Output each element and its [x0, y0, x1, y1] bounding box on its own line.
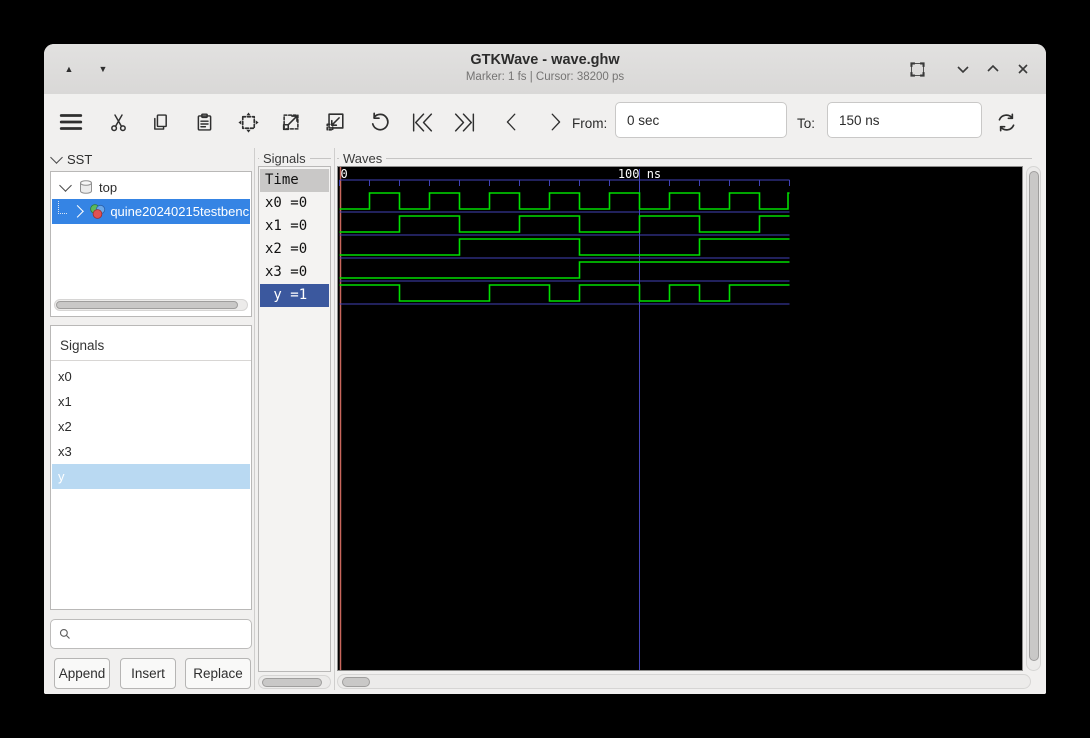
close-button[interactable] — [1012, 58, 1034, 80]
pane-splitter-left[interactable] — [254, 148, 255, 690]
tree-item-top[interactable]: top — [52, 175, 250, 199]
module-icon — [90, 204, 106, 219]
sst-expander-icon — [50, 151, 63, 164]
skip-end-icon — [454, 112, 474, 132]
prev-edge-button[interactable] — [499, 109, 525, 135]
wave-canvas[interactable]: 0 100 ns — [338, 167, 1022, 670]
undo-button[interactable] — [365, 109, 391, 135]
name-row-x2[interactable]: x2 =0 — [260, 238, 329, 261]
sst-header[interactable]: SST — [50, 151, 93, 167]
from-label: From: — [572, 116, 608, 131]
window-title: GTKWave - wave.ghw — [470, 52, 620, 68]
chevron-left-icon — [506, 113, 516, 131]
main-content: SST top quine20240215testbench Signals x… — [44, 148, 1046, 694]
chevron-down-icon — [957, 66, 969, 74]
sst-hscrollbar-thumb[interactable] — [56, 301, 238, 309]
expander-down-icon[interactable] — [59, 178, 72, 192]
sst-header-label: SST — [67, 152, 93, 167]
copy-icon — [153, 113, 167, 130]
append-button[interactable]: Append — [54, 658, 110, 689]
fullscreen-button[interactable] — [906, 58, 928, 80]
signal-item-x3[interactable]: x3 — [52, 439, 250, 464]
tree-item-label: quine20240215testbench — [110, 204, 250, 219]
zoom-in-button[interactable] — [278, 109, 304, 135]
close-icon — [1018, 64, 1028, 74]
zoom-fit-button[interactable] — [235, 109, 261, 135]
zoom-out-button[interactable] — [322, 109, 348, 135]
time-header[interactable]: Time — [260, 169, 329, 192]
wave-vscrollbar[interactable] — [1026, 166, 1041, 671]
wave-hscrollbar[interactable] — [337, 674, 1031, 689]
screen: ▲ ▼ GTKWave - wave.ghw Marker: 1 fs | Cu… — [0, 0, 1090, 738]
reload-button[interactable] — [993, 109, 1019, 135]
tree-item-testbench[interactable]: quine20240215testbench — [52, 199, 250, 224]
cut-button[interactable] — [105, 109, 131, 135]
window-subtitle: Marker: 1 fs | Cursor: 38200 ps — [465, 71, 625, 83]
database-icon — [80, 180, 92, 194]
sst-hscrollbar[interactable] — [54, 299, 248, 311]
svg-text:100 ns: 100 ns — [618, 167, 661, 181]
signal-item-x1[interactable]: x1 — [52, 389, 250, 414]
chevron-right-icon — [551, 113, 561, 131]
chevron-up-icon — [987, 64, 999, 72]
signal-search-box: Signals x0 x1 x2 x3 y — [50, 325, 252, 610]
hamburger-menu-icon — [59, 114, 83, 130]
name-panel-hscrollbar-thumb[interactable] — [262, 678, 322, 687]
paste-button[interactable] — [191, 109, 217, 135]
pane-splitter-right[interactable] — [334, 148, 335, 690]
zoom-out-icon — [326, 113, 344, 131]
search-icon — [59, 628, 70, 639]
signal-item-x2[interactable]: x2 — [52, 414, 250, 439]
wave-hscrollbar-thumb[interactable] — [342, 677, 370, 687]
from-input[interactable] — [615, 102, 787, 138]
tree-guide-line — [58, 201, 67, 214]
expander-right-icon[interactable] — [70, 205, 84, 218]
signal-search-field[interactable] — [50, 619, 252, 649]
copy-button[interactable] — [147, 109, 173, 135]
menu-button[interactable] — [58, 109, 84, 135]
clipboard-icon — [197, 112, 211, 131]
tree-item-label: top — [99, 179, 118, 195]
gtkwave-window: ▲ ▼ GTKWave - wave.ghw Marker: 1 fs | Cu… — [44, 44, 1046, 694]
waves-frame-line — [337, 158, 1032, 159]
name-panel: Time x0 =0 x1 =0 x2 =0 x3 =0 y =1 — [258, 166, 331, 672]
undo-arrow-icon — [371, 112, 389, 130]
skip-to-end-button[interactable] — [451, 109, 477, 135]
to-label: To: — [797, 116, 816, 131]
separator — [51, 360, 251, 361]
signal-item-y[interactable]: y — [52, 464, 250, 489]
name-panel-hscrollbar[interactable] — [258, 675, 331, 689]
fullscreen-icon — [909, 61, 925, 77]
minimize-button[interactable] — [952, 58, 974, 80]
skip-to-start-button[interactable] — [409, 109, 435, 135]
to-input[interactable] — [827, 102, 982, 138]
svg-text:0: 0 — [341, 167, 348, 181]
reload-icon — [998, 113, 1014, 131]
signal-item-x0[interactable]: x0 — [52, 364, 250, 389]
zoom-in-icon — [282, 114, 299, 131]
name-row-y[interactable]: y =1 — [260, 284, 329, 307]
toolbar: From: To: — [44, 94, 1046, 148]
signal-search-header: Signals — [60, 338, 105, 353]
titlebar[interactable]: ▲ ▼ GTKWave - wave.ghw Marker: 1 fs | Cu… — [44, 44, 1046, 95]
zoom-fit-icon — [237, 111, 259, 133]
next-edge-button[interactable] — [542, 109, 568, 135]
name-row-x1[interactable]: x1 =0 — [260, 215, 329, 238]
skip-start-icon — [412, 112, 432, 132]
replace-button[interactable]: Replace — [185, 658, 251, 689]
maximize-button[interactable] — [982, 58, 1004, 80]
sst-tree: top quine20240215testbench — [50, 171, 252, 317]
wave-area: 0 100 ns — [337, 166, 1023, 671]
insert-button[interactable]: Insert — [120, 658, 176, 689]
wave-vscrollbar-thumb[interactable] — [1029, 171, 1039, 661]
signals-frame-label: Signals — [259, 151, 310, 166]
scissors-icon — [110, 113, 126, 131]
waves-frame-label: Waves — [339, 151, 387, 166]
search-input[interactable] — [71, 619, 251, 649]
name-row-x0[interactable]: x0 =0 — [260, 192, 329, 215]
name-row-x3[interactable]: x3 =0 — [260, 261, 329, 284]
